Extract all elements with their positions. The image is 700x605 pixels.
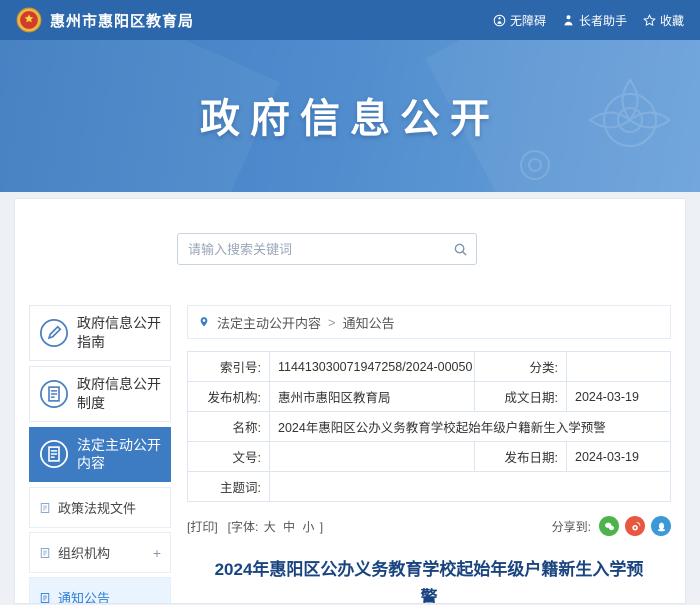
agency-label: 发布机构:: [187, 381, 270, 412]
main-content: 法定主动公开内容 > 通知公告 索引号: 114413030071947258/…: [187, 305, 671, 604]
breadcrumb: 法定主动公开内容 > 通知公告: [187, 305, 671, 339]
site-brand[interactable]: 惠州市惠阳区教育局: [16, 7, 194, 33]
content-card: 政府信息公开指南 政府信息公开制度 法定主动公开内容 政策法规文件: [14, 198, 686, 604]
sidebar-section-system[interactable]: 政府信息公开制度: [29, 365, 171, 422]
document-icon: [39, 592, 51, 603]
print-button[interactable]: [打印]: [187, 518, 218, 535]
top-utility-links: 无障碍 长者助手 收藏: [493, 12, 684, 29]
expand-plus-icon[interactable]: +: [153, 545, 161, 561]
search-input[interactable]: [177, 233, 477, 265]
category-value: [566, 351, 671, 382]
accessibility-link[interactable]: 无障碍: [493, 12, 546, 29]
elder-assistant-label: 长者助手: [578, 13, 627, 28]
category-label: 分类:: [474, 351, 567, 382]
page-banner: 政府信息公开: [0, 40, 700, 192]
top-header: 惠州市惠阳区教育局 无障碍 长者助手 收藏: [0, 0, 700, 40]
date-value: 2024-03-19: [566, 381, 671, 412]
sidebar: 政府信息公开指南 政府信息公开制度 法定主动公开内容 政策法规文件 组织机构 +…: [29, 305, 171, 604]
wechat-share-icon[interactable]: [599, 516, 619, 536]
accessibility-label: 无障碍: [509, 13, 546, 28]
pubdate-label: 发布日期:: [474, 441, 567, 472]
keyword-label: 主题词:: [187, 471, 270, 502]
search-row: [177, 233, 671, 265]
index-value: 114413030071947258/2024-00050: [269, 351, 475, 382]
sidebar-section-label: 法定主动公开内容: [77, 436, 161, 472]
font-size-medium-button[interactable]: 中: [283, 520, 295, 534]
font-size-suffix: ]: [319, 519, 324, 534]
breadcrumb-current[interactable]: 通知公告: [343, 313, 395, 332]
document-circle-icon: [39, 439, 69, 469]
magnifier-icon: [453, 242, 468, 257]
table-row: 主题词:: [187, 471, 671, 502]
agency-value: 惠州市惠阳区教育局: [269, 381, 475, 412]
font-size-prefix: [字体:: [227, 519, 259, 534]
share-bar: 分享到:: [552, 516, 671, 536]
docnum-label: 文号:: [187, 441, 270, 472]
document-icon: [39, 547, 51, 559]
sidebar-section-label: 政府信息公开指南: [77, 315, 161, 350]
font-size-controls: [字体: 大 中 小 ]: [228, 518, 323, 535]
favorite-link[interactable]: 收藏: [643, 12, 684, 29]
page-title: 政府信息公开: [200, 97, 500, 141]
sidebar-item-label: 政策法规文件: [58, 501, 137, 517]
star-icon: [643, 13, 656, 27]
name-value: 2024年惠阳区公办义务教育学校起始年级户籍新生入学预警: [269, 411, 671, 442]
national-emblem-icon: [16, 7, 42, 33]
sidebar-section-guide[interactable]: 政府信息公开指南: [29, 305, 171, 361]
accessibility-icon: [493, 14, 506, 27]
font-size-small-button[interactable]: 小: [302, 520, 314, 534]
sidebar-item-policy-files[interactable]: 政策法规文件: [29, 487, 171, 529]
article-title: 2024年惠阳区公办义务教育学校起始年级户籍新生入学预警: [214, 560, 644, 604]
docnum-value: [269, 441, 475, 472]
document-icon: [39, 502, 51, 514]
sidebar-item-notices[interactable]: 通知公告: [29, 577, 171, 604]
document-meta-table: 索引号: 114413030071947258/2024-00050 分类: 发…: [187, 351, 671, 502]
document-circle-icon: [39, 379, 69, 409]
elder-assistant-link[interactable]: 长者助手: [562, 12, 627, 29]
search-button[interactable]: [443, 233, 477, 265]
sidebar-item-label: 通知公告: [58, 591, 111, 604]
sidebar-item-label: 组织机构: [58, 546, 111, 562]
weibo-share-icon[interactable]: [625, 516, 645, 536]
table-row: 索引号: 114413030071947258/2024-00050 分类:: [187, 351, 671, 382]
sidebar-section-label: 政府信息公开制度: [77, 375, 161, 411]
font-size-large-button[interactable]: 大: [264, 520, 276, 534]
article-toolbar: [打印] [字体: 大 中 小 ] 分享到:: [187, 516, 671, 536]
elder-assist-icon: [562, 14, 575, 27]
index-label: 索引号:: [187, 351, 270, 382]
table-row: 发布机构: 惠州市惠阳区教育局 成文日期: 2024-03-19: [187, 381, 671, 412]
date-label: 成文日期:: [474, 381, 567, 412]
site-name: 惠州市惠阳区教育局: [50, 12, 195, 30]
keyword-value: [269, 471, 671, 502]
pen-circle-icon: [39, 318, 69, 348]
table-row: 文号: 发布日期: 2024-03-19: [187, 441, 671, 472]
table-row: 名称: 2024年惠阳区公办义务教育学校起始年级户籍新生入学预警: [187, 411, 671, 442]
qq-share-icon[interactable]: [651, 516, 671, 536]
breadcrumb-separator: >: [328, 314, 336, 330]
share-label: 分享到:: [551, 519, 591, 534]
name-label: 名称:: [187, 411, 270, 442]
sidebar-section-legal-content[interactable]: 法定主动公开内容: [29, 426, 171, 483]
breadcrumb-parent[interactable]: 法定主动公开内容: [217, 313, 321, 332]
sidebar-item-organization[interactable]: 组织机构 +: [29, 532, 171, 574]
pubdate-value: 2024-03-19: [566, 441, 671, 472]
location-pin-icon: [198, 315, 210, 329]
favorite-label: 收藏: [659, 13, 684, 28]
